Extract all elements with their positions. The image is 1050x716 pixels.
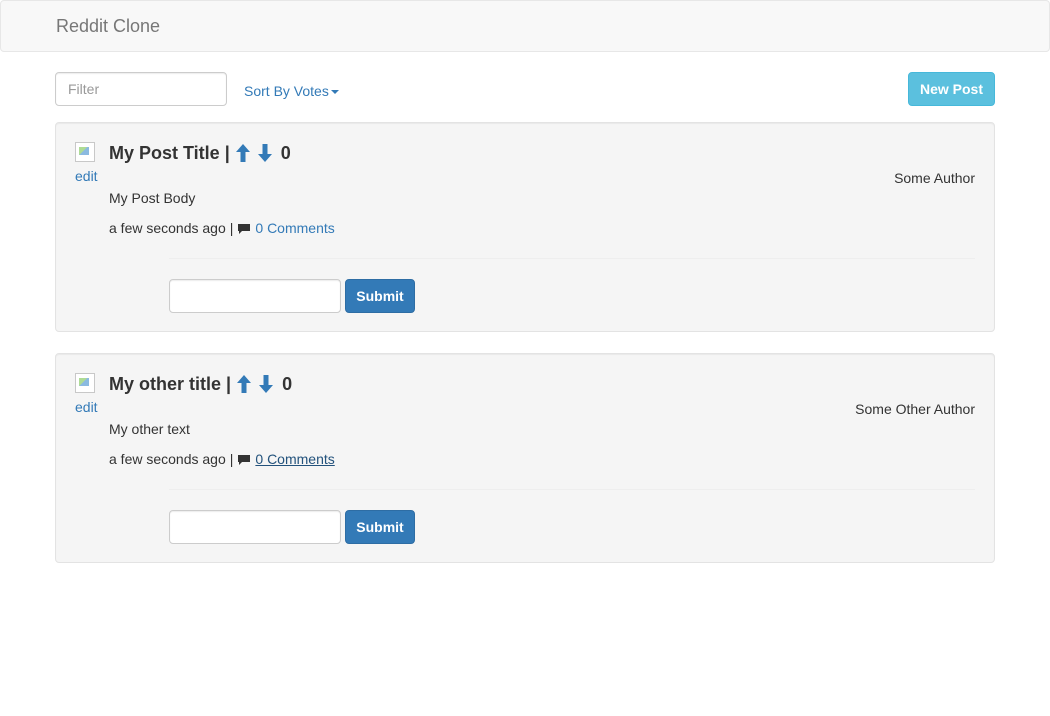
post-author: Some Author	[894, 170, 975, 186]
filter-input[interactable]	[55, 72, 227, 106]
divider	[169, 489, 975, 490]
post-time: a few seconds ago	[109, 451, 226, 467]
comment-input[interactable]	[169, 279, 341, 313]
arrow-down-icon[interactable]	[257, 143, 273, 163]
divider	[169, 258, 975, 259]
submit-button[interactable]: Submit	[345, 510, 415, 544]
vote-score: 0	[280, 142, 291, 163]
navbar: Reddit Clone	[0, 0, 1050, 52]
brand-link[interactable]: Reddit Clone	[56, 16, 160, 37]
title-separator: |	[226, 373, 232, 394]
post-meta: a few seconds ago | 0 Comments	[109, 220, 335, 236]
broken-image-icon	[75, 373, 95, 393]
arrow-down-icon[interactable]	[258, 374, 274, 394]
post-body: My other text	[109, 421, 190, 437]
comment-input[interactable]	[169, 510, 341, 544]
arrow-up-icon[interactable]	[236, 374, 252, 394]
meta-separator: |	[229, 451, 234, 467]
post-title-row: My other title | 0	[109, 372, 292, 396]
post-body: My Post Body	[109, 190, 196, 206]
post-card: edit My other title | 0 Some Other Autho…	[55, 353, 995, 563]
comment-bubble-icon	[237, 222, 251, 234]
post-title-row: My Post Title | 0	[109, 141, 291, 165]
vote-score: 0	[282, 373, 293, 394]
sort-dropdown-label: Sort By Votes	[244, 83, 329, 99]
sort-dropdown[interactable]: Sort By Votes	[244, 83, 339, 99]
caret-down-icon	[330, 90, 339, 95]
post-card: edit My Post Title | 0 Some Author My Po…	[55, 122, 995, 332]
comment-bubble-icon	[237, 453, 251, 465]
comments-link[interactable]: 0 Comments	[255, 220, 334, 236]
post-meta: a few seconds ago | 0 Comments	[109, 451, 335, 467]
title-separator: |	[224, 142, 230, 163]
post-time: a few seconds ago	[109, 220, 226, 236]
edit-link[interactable]: edit	[75, 168, 98, 184]
post-title: My Post Title	[109, 142, 220, 163]
arrow-up-icon[interactable]	[235, 143, 251, 163]
new-post-button[interactable]: New Post	[908, 72, 995, 106]
broken-image-icon	[75, 142, 95, 162]
meta-separator: |	[229, 220, 234, 236]
submit-button[interactable]: Submit	[345, 279, 415, 313]
post-author: Some Other Author	[855, 401, 975, 417]
comments-link[interactable]: 0 Comments	[255, 451, 334, 467]
edit-link[interactable]: edit	[75, 399, 98, 415]
post-title: My other title	[109, 373, 222, 394]
